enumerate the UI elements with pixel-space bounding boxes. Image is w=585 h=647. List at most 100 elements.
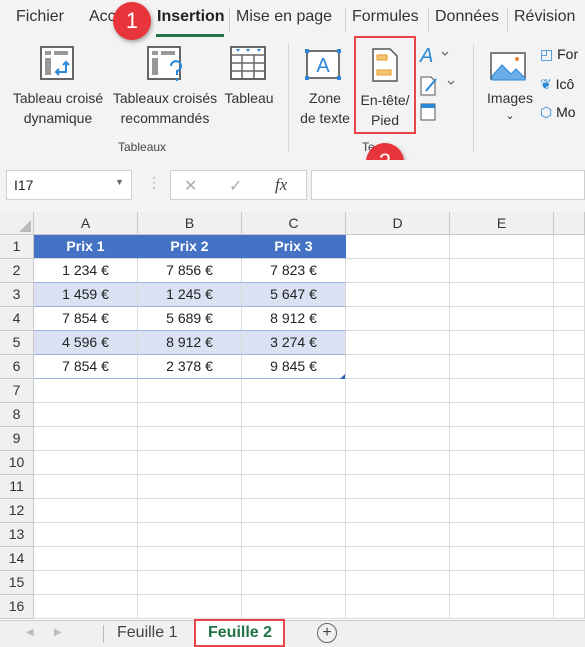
cell[interactable] bbox=[554, 475, 585, 499]
cell[interactable] bbox=[450, 403, 554, 427]
tab-revision[interactable]: Révision bbox=[514, 8, 575, 26]
table-resize-handle[interactable] bbox=[340, 374, 345, 379]
cell[interactable] bbox=[554, 547, 585, 571]
cell[interactable] bbox=[138, 547, 242, 571]
cell[interactable] bbox=[242, 499, 346, 523]
cell[interactable] bbox=[346, 307, 450, 331]
cell[interactable] bbox=[242, 379, 346, 403]
name-box-dropdown-icon[interactable]: ▼ bbox=[115, 177, 124, 187]
cell[interactable] bbox=[346, 403, 450, 427]
column-header-D[interactable]: D bbox=[346, 212, 450, 235]
images-button[interactable]: Images ⌄ bbox=[482, 44, 538, 130]
cell[interactable] bbox=[346, 283, 450, 307]
cell[interactable] bbox=[138, 427, 242, 451]
cell[interactable] bbox=[554, 259, 585, 283]
3d-models-button[interactable]: ⬡ Mo bbox=[540, 104, 576, 121]
table-cell[interactable]: 5 647 € bbox=[242, 283, 346, 307]
cell[interactable] bbox=[346, 499, 450, 523]
shapes-button[interactable]: ◰ For bbox=[540, 46, 578, 63]
cell[interactable] bbox=[34, 451, 138, 475]
cell[interactable] bbox=[138, 571, 242, 595]
cell[interactable] bbox=[554, 595, 585, 619]
cell[interactable] bbox=[554, 451, 585, 475]
cell[interactable] bbox=[346, 259, 450, 283]
name-box[interactable]: I17 ▼ bbox=[6, 170, 132, 200]
table-cell[interactable]: 5 689 € bbox=[138, 307, 242, 331]
cell[interactable] bbox=[346, 523, 450, 547]
cell[interactable] bbox=[554, 571, 585, 595]
cell[interactable] bbox=[34, 547, 138, 571]
cell[interactable] bbox=[450, 331, 554, 355]
pivot-table-button[interactable]: Tableau croisé dynamique bbox=[10, 44, 106, 130]
table-cell[interactable]: 7 823 € bbox=[242, 259, 346, 283]
cell[interactable] bbox=[346, 355, 450, 379]
table-cell[interactable]: 8 912 € bbox=[242, 307, 346, 331]
table-cell[interactable]: 7 854 € bbox=[34, 355, 138, 379]
cell[interactable] bbox=[138, 379, 242, 403]
cell[interactable] bbox=[450, 523, 554, 547]
tab-accueil[interactable]: Acc bbox=[89, 8, 116, 26]
text-box-button[interactable]: A Zone de texte bbox=[296, 44, 354, 130]
row-header-9[interactable]: 9 bbox=[0, 427, 34, 451]
cell[interactable] bbox=[450, 547, 554, 571]
row-header-15[interactable]: 15 bbox=[0, 571, 34, 595]
scroll-left-icon[interactable]: ◀ bbox=[26, 627, 34, 638]
cell[interactable] bbox=[34, 571, 138, 595]
cell[interactable] bbox=[138, 499, 242, 523]
cell[interactable] bbox=[450, 499, 554, 523]
cell[interactable] bbox=[242, 403, 346, 427]
cell[interactable] bbox=[242, 595, 346, 619]
drag-handle-icon[interactable]: ⋮ bbox=[147, 174, 161, 191]
cell[interactable] bbox=[346, 235, 450, 259]
column-header-C[interactable]: C bbox=[242, 212, 346, 235]
cell[interactable] bbox=[138, 523, 242, 547]
sheet-tab-feuille-2[interactable]: Feuille 2 bbox=[194, 619, 285, 647]
header-footer-button[interactable]: En-tête/ Pied bbox=[354, 36, 416, 134]
cell[interactable] bbox=[138, 595, 242, 619]
cell[interactable] bbox=[34, 475, 138, 499]
cell[interactable] bbox=[138, 451, 242, 475]
table-header-cell[interactable]: Prix 2 bbox=[138, 235, 242, 259]
cell[interactable] bbox=[450, 595, 554, 619]
row-header-6[interactable]: 6 bbox=[0, 355, 34, 379]
tab-mise-en-page[interactable]: Mise en page bbox=[236, 8, 332, 26]
column-header-E[interactable]: E bbox=[450, 212, 554, 235]
row-header-4[interactable]: 4 bbox=[0, 307, 34, 331]
cell[interactable] bbox=[346, 379, 450, 403]
row-header-2[interactable]: 2 bbox=[0, 259, 34, 283]
row-header-14[interactable]: 14 bbox=[0, 547, 34, 571]
cell[interactable] bbox=[346, 427, 450, 451]
row-header-7[interactable]: 7 bbox=[0, 379, 34, 403]
cell[interactable] bbox=[34, 403, 138, 427]
table-cell[interactable]: 7 856 € bbox=[138, 259, 242, 283]
table-header-cell[interactable]: Prix 1 bbox=[34, 235, 138, 259]
row-header-10[interactable]: 10 bbox=[0, 451, 34, 475]
column-header-B[interactable]: B bbox=[138, 212, 242, 235]
cell[interactable] bbox=[450, 427, 554, 451]
column-header-f[interactable] bbox=[554, 212, 585, 235]
table-cell[interactable]: 8 912 € bbox=[138, 331, 242, 355]
cell[interactable] bbox=[554, 355, 585, 379]
table-cell[interactable]: 3 274 € bbox=[242, 331, 346, 355]
insert-function-icon[interactable]: fx bbox=[275, 175, 287, 195]
row-header-1[interactable]: 1 bbox=[0, 235, 34, 259]
cell[interactable] bbox=[450, 307, 554, 331]
cell[interactable] bbox=[346, 475, 450, 499]
cell[interactable] bbox=[346, 595, 450, 619]
row-header-8[interactable]: 8 bbox=[0, 403, 34, 427]
cell[interactable] bbox=[554, 379, 585, 403]
cancel-icon[interactable]: ✕ bbox=[184, 176, 197, 196]
table-cell[interactable]: 1 245 € bbox=[138, 283, 242, 307]
cell[interactable] bbox=[450, 283, 554, 307]
cell[interactable] bbox=[34, 499, 138, 523]
recommended-pivot-button[interactable]: Tableaux croisés recommandés bbox=[110, 44, 220, 130]
row-header-12[interactable]: 12 bbox=[0, 499, 34, 523]
cell[interactable] bbox=[138, 403, 242, 427]
cell[interactable] bbox=[34, 427, 138, 451]
cell[interactable] bbox=[554, 523, 585, 547]
icons-button[interactable]: ❦ Icô bbox=[540, 76, 574, 93]
cell[interactable] bbox=[450, 355, 554, 379]
table-button[interactable]: Tableau bbox=[222, 44, 276, 114]
cell[interactable] bbox=[450, 235, 554, 259]
cell[interactable] bbox=[554, 283, 585, 307]
